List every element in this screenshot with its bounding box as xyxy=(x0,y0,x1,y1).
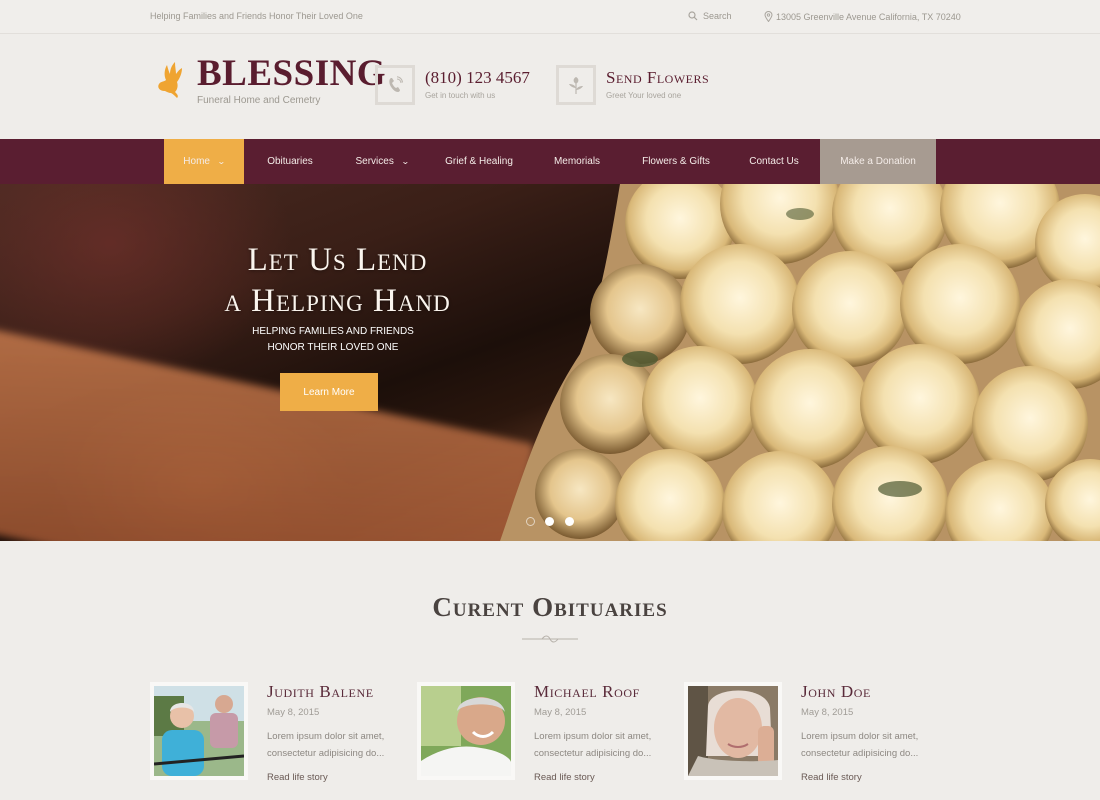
obituary-excerpt: Lorem ipsum dolor sit amet, consectetur … xyxy=(267,731,385,759)
portrait-man-image xyxy=(421,686,511,776)
send-flowers-link[interactable]: Send Flowers xyxy=(606,69,709,86)
hero-background-casket xyxy=(0,327,535,541)
send-flowers-subtitle: Greet Your loved one xyxy=(606,91,682,100)
top-tagline: Helping Families and Friends Honor Their… xyxy=(150,11,363,21)
search-label: Search xyxy=(703,11,732,21)
nav-item-obituaries[interactable]: Obituaries xyxy=(244,139,336,184)
flower-icon-box xyxy=(556,65,596,105)
hero-subtitle-line-2: honor their loved one xyxy=(267,342,399,353)
hero-title: Let Us Lend a Helping Hand xyxy=(180,240,495,322)
map-pin-icon xyxy=(764,11,773,22)
slider-dot-3[interactable] xyxy=(565,517,574,526)
hero-subtitle: Helping families and friends honor their… xyxy=(180,324,486,356)
nav-item-contact-us[interactable]: Contact Us xyxy=(728,139,820,184)
nav-item-grief-healing[interactable]: Grief & Healing xyxy=(428,139,530,184)
obituary-date: May 8, 2015 xyxy=(534,707,587,718)
slider-dot-2[interactable] xyxy=(545,517,554,526)
phone-icon-box xyxy=(375,65,415,105)
site-header: BLESSING Funeral Home and Cemetry (810) … xyxy=(0,35,1100,139)
obituary-photo[interactable] xyxy=(684,682,782,780)
logo-subtitle: Funeral Home and Cemetry xyxy=(197,95,321,106)
read-life-story-link[interactable]: Read life story xyxy=(801,772,862,783)
chevron-down-icon: ⌄ xyxy=(400,157,410,166)
obituary-date: May 8, 2015 xyxy=(267,707,320,718)
obituary-photo[interactable] xyxy=(417,682,515,780)
chevron-down-icon: ⌄ xyxy=(216,157,226,166)
nav-label: Flowers & Gifts xyxy=(642,156,710,167)
address: 13005 Greenville Avenue California, TX 7… xyxy=(764,11,961,22)
slider-dot-1[interactable] xyxy=(526,517,535,526)
main-nav: Home ⌄ Obituaries Services ⌄ Grief & Hea… xyxy=(0,139,1100,184)
hero-roses-image xyxy=(500,184,1100,541)
obituary-name[interactable]: Michael Roof xyxy=(534,682,640,702)
read-life-story-link[interactable]: Read life story xyxy=(267,772,328,783)
phone-subtitle: Get in touch with us xyxy=(425,91,496,100)
phone-icon xyxy=(389,76,403,92)
learn-more-button[interactable]: Learn More xyxy=(280,373,378,411)
nav-item-home[interactable]: Home ⌄ xyxy=(164,139,244,184)
dove-icon[interactable] xyxy=(155,61,185,99)
read-life-story-link[interactable]: Read life story xyxy=(534,772,595,783)
ornament-divider-icon xyxy=(522,635,578,643)
obituary-card: John Doe May 8, 2015 Lorem ipsum dolor s… xyxy=(684,682,944,792)
obituary-date: May 8, 2015 xyxy=(801,707,854,718)
hero-slider: Let Us Lend a Helping Hand Helping famil… xyxy=(0,184,1100,541)
nav-item-make-donation[interactable]: Make a Donation xyxy=(820,139,936,184)
nav-label: Home xyxy=(183,156,210,167)
portrait-woman-image xyxy=(688,686,778,776)
nav-label: Contact Us xyxy=(749,156,799,167)
nav-item-services[interactable]: Services ⌄ xyxy=(336,139,428,184)
phone-number[interactable]: (810) 123 4567 xyxy=(425,69,530,86)
nav-label: Memorials xyxy=(553,156,601,167)
address-text: 13005 Greenville Avenue California, TX 7… xyxy=(776,11,961,22)
hero-subtitle-line-1: Helping families and friends xyxy=(252,326,414,337)
top-bar: Helping Families and Friends Honor Their… xyxy=(0,0,1100,34)
search-link[interactable]: Search xyxy=(688,11,732,21)
nav-label: Make a Donation xyxy=(840,156,916,167)
obituary-excerpt: Lorem ipsum dolor sit amet, consectetur … xyxy=(534,731,652,759)
nav-item-flowers-gifts[interactable]: Flowers & Gifts xyxy=(624,139,728,184)
portrait-couple-image xyxy=(153,686,245,776)
hero-title-line-1: Let Us Lend xyxy=(247,242,428,278)
nav-item-memorials[interactable]: Memorials xyxy=(530,139,624,184)
obituary-name[interactable]: John Doe xyxy=(801,682,871,702)
search-icon xyxy=(688,11,698,21)
hero-title-line-2: a Helping Hand xyxy=(224,283,451,319)
flower-icon xyxy=(569,77,583,94)
obituary-card: Judith Balene May 8, 2015 Lorem ipsum do… xyxy=(150,682,410,792)
nav-label: Obituaries xyxy=(267,156,313,167)
obituary-photo[interactable] xyxy=(150,682,248,780)
obituary-card: Michael Roof May 8, 2015 Lorem ipsum dol… xyxy=(417,682,677,792)
logo-title[interactable]: BLESSING xyxy=(197,55,386,92)
nav-label: Grief & Healing xyxy=(445,156,513,167)
nav-label: Services xyxy=(355,156,394,167)
obituary-name[interactable]: Judith Balene xyxy=(267,682,374,702)
obituaries-heading: Curent Obituaries xyxy=(432,592,668,622)
obituary-excerpt: Lorem ipsum dolor sit amet, consectetur … xyxy=(801,731,919,759)
